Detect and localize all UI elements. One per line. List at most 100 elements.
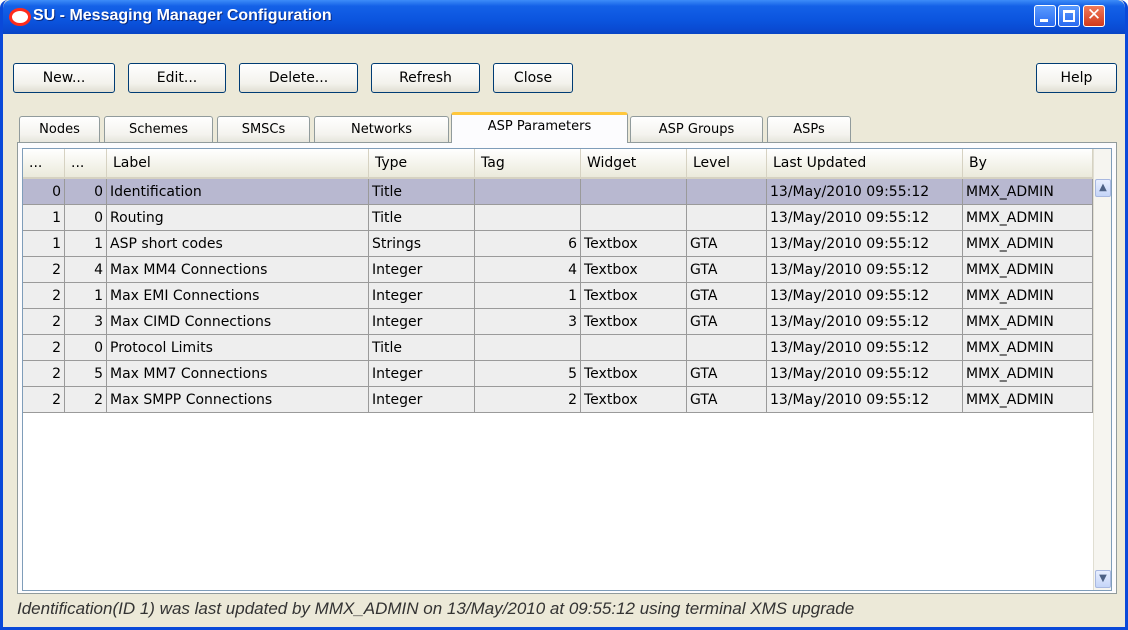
table-row[interactable]: 2 4 Max MM4 Connections Integer 4 Textbox GTA 1… bbox=[23, 257, 1093, 283]
cell-level bbox=[687, 335, 767, 361]
col-header-label[interactable]: Label bbox=[107, 149, 369, 177]
cell-order: 0 bbox=[65, 179, 107, 205]
col-header-by[interactable]: By bbox=[963, 149, 1093, 177]
cell-parent-id: 1 bbox=[23, 231, 65, 257]
tab-networks[interactable]: Networks bbox=[314, 116, 449, 142]
delete-button[interactable]: Delete... bbox=[239, 63, 358, 93]
cell-tag bbox=[475, 179, 581, 205]
cell-by: MMX_ADMIN bbox=[963, 179, 1093, 205]
col-header-last-updated[interactable]: Last Updated bbox=[767, 149, 963, 177]
cell-widget: Textbox bbox=[581, 231, 687, 257]
title-bar[interactable]: SU - Messaging Manager Configuration ✕ bbox=[3, 0, 1125, 34]
table-row[interactable]: 2 5 Max MM7 Connections Integer 5 Textbox GTA 1… bbox=[23, 361, 1093, 387]
cell-by: MMX_ADMIN bbox=[963, 283, 1093, 309]
cell-widget: Textbox bbox=[581, 387, 687, 413]
asp-parameters-table: ... ... Label Type Tag Widget Level Last… bbox=[22, 148, 1112, 591]
cell-parent-id: 0 bbox=[23, 179, 65, 205]
col-header-level[interactable]: Level bbox=[687, 149, 767, 177]
cell-level bbox=[687, 205, 767, 231]
cell-by: MMX_ADMIN bbox=[963, 309, 1093, 335]
table-row[interactable]: 2 1 Max EMI Connections Integer 1 Textbox GTA 1… bbox=[23, 283, 1093, 309]
cell-last-updated: 13/May/2010 09:55:12 bbox=[767, 179, 963, 205]
oracle-logo-icon bbox=[9, 8, 31, 26]
cell-type: Title bbox=[369, 205, 475, 231]
cell-level bbox=[687, 179, 767, 205]
tab-schemes[interactable]: Schemes bbox=[104, 116, 213, 142]
edit-button[interactable]: Edit... bbox=[128, 63, 226, 93]
table-header: ... ... Label Type Tag Widget Level Last… bbox=[23, 149, 1093, 179]
cell-label: Identification bbox=[107, 179, 369, 205]
tab-asp-parameters[interactable]: ASP Parameters bbox=[451, 112, 628, 143]
tab-smscs[interactable]: SMSCs bbox=[217, 116, 310, 142]
cell-label: Routing bbox=[107, 205, 369, 231]
cell-order: 3 bbox=[65, 309, 107, 335]
table-row[interactable]: 1 0 Routing Title 13/May/2010 09:55:12 MMX_AD… bbox=[23, 205, 1093, 231]
cell-tag bbox=[475, 335, 581, 361]
cell-widget: Textbox bbox=[581, 283, 687, 309]
cell-type: Integer bbox=[369, 387, 475, 413]
table-row[interactable]: 2 2 Max SMPP Connections Integer 2 Textbox GTA… bbox=[23, 387, 1093, 413]
cell-order: 2 bbox=[65, 387, 107, 413]
close-button[interactable]: Close bbox=[493, 63, 573, 93]
new-button[interactable]: New... bbox=[13, 63, 115, 93]
cell-tag: 2 bbox=[475, 387, 581, 413]
cell-order: 1 bbox=[65, 231, 107, 257]
cell-last-updated: 13/May/2010 09:55:12 bbox=[767, 361, 963, 387]
cell-tag bbox=[475, 205, 581, 231]
col-header-widget[interactable]: Widget bbox=[581, 149, 687, 177]
cell-label: Max MM7 Connections bbox=[107, 361, 369, 387]
table-row[interactable]: 2 0 Protocol Limits Title 13/May/2010 09:55:… bbox=[23, 335, 1093, 361]
vertical-scrollbar[interactable]: ▲ ▼ bbox=[1093, 149, 1111, 590]
cell-parent-id: 2 bbox=[23, 335, 65, 361]
col-header-2[interactable]: ... bbox=[65, 149, 107, 177]
close-window-button[interactable]: ✕ bbox=[1083, 5, 1105, 27]
col-header-1[interactable]: ... bbox=[23, 149, 65, 177]
cell-label: Max MM4 Connections bbox=[107, 257, 369, 283]
minimize-button[interactable] bbox=[1034, 5, 1056, 27]
cell-tag: 1 bbox=[475, 283, 581, 309]
cell-last-updated: 13/May/2010 09:55:12 bbox=[767, 387, 963, 413]
maximize-icon bbox=[1063, 10, 1075, 22]
table-row[interactable]: 2 3 Max CIMD Connections Integer 3 Textbox GTA… bbox=[23, 309, 1093, 335]
cell-parent-id: 2 bbox=[23, 309, 65, 335]
col-header-type[interactable]: Type bbox=[369, 149, 475, 177]
app-window: SU - Messaging Manager Configuration ✕ N… bbox=[0, 0, 1128, 630]
cell-parent-id: 1 bbox=[23, 205, 65, 231]
cell-last-updated: 13/May/2010 09:55:12 bbox=[767, 205, 963, 231]
cell-order: 0 bbox=[65, 335, 107, 361]
cell-level: GTA bbox=[687, 387, 767, 413]
cell-type: Title bbox=[369, 179, 475, 205]
cell-last-updated: 13/May/2010 09:55:12 bbox=[767, 283, 963, 309]
cell-by: MMX_ADMIN bbox=[963, 205, 1093, 231]
scroll-up-icon[interactable]: ▲ bbox=[1095, 179, 1111, 197]
cell-last-updated: 13/May/2010 09:55:12 bbox=[767, 257, 963, 283]
help-button[interactable]: Help bbox=[1036, 63, 1117, 93]
cell-level: GTA bbox=[687, 257, 767, 283]
cell-level: GTA bbox=[687, 361, 767, 387]
cell-parent-id: 2 bbox=[23, 257, 65, 283]
col-header-tag[interactable]: Tag bbox=[475, 149, 581, 177]
tab-asps[interactable]: ASPs bbox=[767, 116, 851, 142]
cell-last-updated: 13/May/2010 09:55:12 bbox=[767, 335, 963, 361]
cell-widget: Textbox bbox=[581, 309, 687, 335]
cell-label: Max CIMD Connections bbox=[107, 309, 369, 335]
tab-asp-groups[interactable]: ASP Groups bbox=[630, 116, 763, 142]
tab-nodes[interactable]: Nodes bbox=[19, 116, 100, 142]
cell-type: Integer bbox=[369, 257, 475, 283]
status-bar: Identification(ID 1) was last updated by… bbox=[17, 599, 855, 618]
cell-widget bbox=[581, 179, 687, 205]
table-row[interactable]: 0 0 Identification Title 13/May/2010 09:55:1… bbox=[23, 179, 1093, 205]
cell-label: Max SMPP Connections bbox=[107, 387, 369, 413]
tab-panel: ... ... Label Type Tag Widget Level Last… bbox=[17, 142, 1117, 594]
cell-label: ASP short codes bbox=[107, 231, 369, 257]
cell-by: MMX_ADMIN bbox=[963, 361, 1093, 387]
cell-parent-id: 2 bbox=[23, 361, 65, 387]
minimize-icon bbox=[1040, 19, 1048, 22]
cell-type: Integer bbox=[369, 361, 475, 387]
scroll-down-icon[interactable]: ▼ bbox=[1095, 570, 1111, 588]
cell-label: Protocol Limits bbox=[107, 335, 369, 361]
table-row[interactable]: 1 1 ASP short codes Strings 6 Textbox GTA 13/Ma… bbox=[23, 231, 1093, 257]
maximize-button[interactable] bbox=[1058, 5, 1080, 27]
refresh-button[interactable]: Refresh bbox=[371, 63, 480, 93]
cell-level: GTA bbox=[687, 283, 767, 309]
